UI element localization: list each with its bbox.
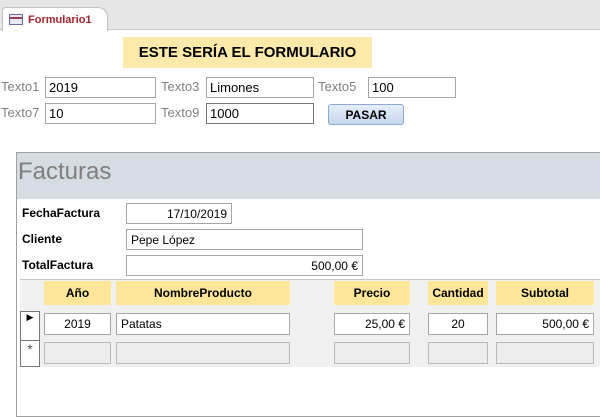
column-header-cantidad[interactable]: Cantidad	[428, 281, 488, 305]
column-header-precio[interactable]: Precio	[334, 281, 410, 305]
column-header-nombreproducto[interactable]: NombreProducto	[116, 281, 290, 305]
cell-precio[interactable]: 25,00 €	[334, 313, 410, 335]
texto1-label: Texto1	[1, 79, 40, 94]
texto9-label: Texto9	[161, 105, 200, 120]
texto1-input[interactable]: 2019	[45, 77, 156, 98]
texto7-input[interactable]: 10	[45, 103, 156, 124]
fechafactura-input[interactable]: 17/10/2019	[126, 203, 232, 224]
cliente-input[interactable]: Pepe López	[126, 229, 363, 250]
pasar-button[interactable]: PASAR	[328, 104, 404, 125]
new-row-asterisk-icon: *	[27, 341, 33, 357]
texto5-label: Texto5	[318, 79, 357, 94]
new-cell-subtotal[interactable]	[496, 342, 594, 364]
column-header-subtotal[interactable]: Subtotal	[496, 281, 594, 305]
cell-cantidad[interactable]: 20	[428, 313, 488, 335]
column-header-ano[interactable]: Año	[44, 281, 111, 305]
current-row-arrow-icon: ▶	[26, 312, 34, 322]
row-selector-current[interactable]: ▶	[20, 311, 40, 340]
cell-ano[interactable]: 2019	[44, 313, 111, 335]
new-cell-cantidad[interactable]	[428, 342, 488, 364]
fechafactura-label: FechaFactura	[22, 206, 101, 220]
new-cell-ano[interactable]	[44, 342, 111, 364]
texto3-label: Texto3	[161, 79, 200, 94]
form-icon	[9, 14, 23, 25]
form-banner: ESTE SERÍA EL FORMULARIO	[123, 37, 372, 68]
texto5-input[interactable]: 100	[368, 77, 456, 98]
cell-nombreproducto[interactable]: Patatas	[116, 313, 290, 335]
texto7-label: Texto7	[1, 105, 40, 120]
subform-title: Facturas	[18, 158, 112, 185]
tab-title: Formulario1	[28, 13, 92, 26]
cell-subtotal[interactable]: 500,00 €	[496, 313, 594, 335]
new-cell-precio[interactable]	[334, 342, 410, 364]
row-selector-new[interactable]: *	[20, 340, 40, 367]
cliente-label: Cliente	[22, 232, 63, 246]
texto9-input[interactable]: 1000	[206, 103, 314, 124]
totalfactura-label: TotalFactura	[22, 258, 94, 272]
new-cell-nombreproducto[interactable]	[116, 342, 290, 364]
totalfactura-input[interactable]: 500,00 €	[126, 255, 363, 276]
tab-formulario1[interactable]: Formulario1	[2, 7, 108, 31]
texto3-input[interactable]: Limones	[206, 77, 314, 98]
